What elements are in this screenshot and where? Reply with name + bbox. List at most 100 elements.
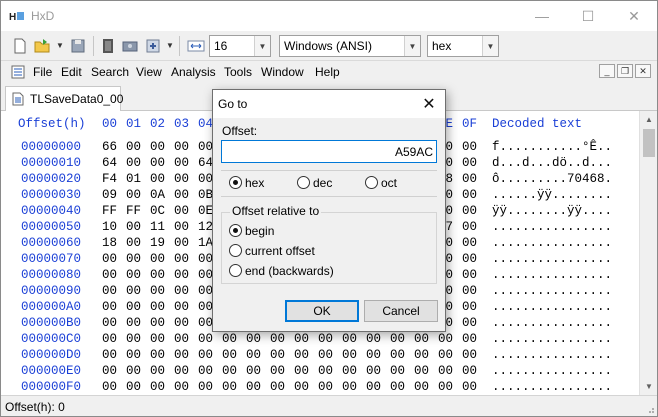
byte-cell[interactable]: 00 [126, 380, 141, 394]
save-icon[interactable] [69, 37, 87, 55]
byte-cell[interactable]: 00 [198, 140, 213, 154]
byte-cell[interactable]: 00 [102, 332, 117, 346]
byte-cell[interactable]: 00 [246, 380, 261, 394]
byte-cell[interactable]: 00 [198, 380, 213, 394]
byte-cell[interactable]: 00 [366, 348, 381, 362]
radio-begin-label[interactable]: begin [245, 224, 274, 238]
mdi-restore-button[interactable]: ❐ [617, 64, 633, 78]
byte-cell[interactable]: 00 [390, 332, 405, 346]
byte-cell[interactable]: 00 [174, 348, 189, 362]
maximize-button[interactable]: ☐ [565, 1, 611, 31]
byte-cell[interactable]: 00 [318, 332, 333, 346]
byte-cell[interactable]: 09 [102, 188, 117, 202]
byte-cell[interactable]: 00 [438, 380, 453, 394]
byte-cell[interactable]: 00 [366, 364, 381, 378]
byte-cell[interactable]: 1A [198, 236, 213, 250]
byte-cell[interactable]: 00 [126, 140, 141, 154]
byte-cell[interactable]: 00 [222, 348, 237, 362]
byte-cell[interactable]: 00 [294, 380, 309, 394]
open-dropdown-icon[interactable]: ▼ [56, 41, 64, 50]
byte-cell[interactable]: 00 [462, 236, 477, 250]
decoded-text[interactable]: ................ [492, 268, 612, 282]
byte-cell[interactable]: 00 [246, 348, 261, 362]
byte-cell[interactable]: 00 [222, 364, 237, 378]
byte-cell[interactable]: 00 [150, 300, 165, 314]
byte-cell[interactable]: 00 [414, 364, 429, 378]
minimize-button[interactable]: — [519, 1, 565, 31]
byte-cell[interactable]: 00 [126, 252, 141, 266]
byte-cell[interactable]: 00 [438, 332, 453, 346]
byte-cell[interactable]: 00 [390, 348, 405, 362]
dialog-close-button[interactable]: ✕ [419, 94, 439, 114]
decoded-text[interactable]: ................ [492, 236, 612, 250]
byte-cell[interactable]: 00 [198, 172, 213, 186]
byte-cell[interactable]: 00 [126, 364, 141, 378]
byte-cell[interactable]: 00 [438, 348, 453, 362]
byte-cell[interactable]: 00 [462, 284, 477, 298]
menu-analysis[interactable]: Analysis [171, 65, 216, 79]
offset-input[interactable]: A59AC [221, 140, 437, 163]
decoded-text[interactable]: ................ [492, 332, 612, 346]
byte-cell[interactable]: 00 [126, 316, 141, 330]
byte-cell[interactable]: 00 [198, 316, 213, 330]
menu-view[interactable]: View [136, 65, 162, 79]
byte-cell[interactable]: 00 [150, 172, 165, 186]
byte-cell[interactable]: 00 [102, 380, 117, 394]
byte-cell[interactable]: 00 [294, 348, 309, 362]
byte-cell[interactable]: 00 [174, 332, 189, 346]
byte-cell[interactable]: 00 [102, 252, 117, 266]
byte-cell[interactable]: 00 [462, 380, 477, 394]
byte-cell[interactable]: F4 [102, 172, 117, 186]
byte-cell[interactable]: 00 [174, 204, 189, 218]
byte-cell[interactable]: 00 [174, 300, 189, 314]
byte-cell[interactable]: 00 [462, 156, 477, 170]
byte-cell[interactable]: 00 [150, 364, 165, 378]
menu-window[interactable]: Window [261, 65, 304, 79]
byte-cell[interactable]: 00 [342, 380, 357, 394]
byte-cell[interactable]: 00 [174, 284, 189, 298]
byte-cell[interactable]: 00 [270, 348, 285, 362]
decoded-text[interactable]: ................ [492, 364, 612, 378]
byte-cell[interactable]: 0C [150, 204, 165, 218]
byte-cell[interactable]: 00 [462, 348, 477, 362]
byte-cell[interactable]: 00 [174, 220, 189, 234]
byte-cell[interactable]: 00 [174, 364, 189, 378]
byte-cell[interactable]: 64 [198, 156, 213, 170]
byte-cell[interactable]: 00 [414, 332, 429, 346]
byte-cell[interactable]: 00 [390, 380, 405, 394]
radio-dec-label[interactable]: dec [313, 176, 332, 190]
byte-cell[interactable]: 00 [102, 284, 117, 298]
byte-cell[interactable]: 64 [102, 156, 117, 170]
byte-cell[interactable]: 00 [294, 364, 309, 378]
byte-cell[interactable]: 00 [462, 316, 477, 330]
radio-oct[interactable] [365, 176, 378, 189]
new-file-icon[interactable] [11, 37, 29, 55]
mdi-minimize-button[interactable]: _ [599, 64, 615, 78]
vertical-scrollbar[interactable]: ▲ ▼ [639, 111, 657, 395]
menu-search[interactable]: Search [91, 65, 129, 79]
decoded-text[interactable]: ô.........70468. [492, 172, 612, 186]
decoded-text[interactable]: ................ [492, 316, 612, 330]
byte-cell[interactable]: 00 [126, 284, 141, 298]
byte-cell[interactable]: 00 [438, 364, 453, 378]
byte-cell[interactable]: 12 [198, 220, 213, 234]
charset-select[interactable]: Windows (ANSI) ▼ [279, 35, 421, 57]
byte-cell[interactable]: 0A [150, 188, 165, 202]
decoded-text[interactable]: ................ [492, 284, 612, 298]
radio-oct-label[interactable]: oct [381, 176, 397, 190]
mdi-close-button[interactable]: ✕ [635, 64, 651, 78]
menu-file[interactable]: File [33, 65, 52, 79]
byte-cell[interactable]: 00 [126, 188, 141, 202]
byte-cell[interactable]: 00 [150, 380, 165, 394]
byte-cell[interactable]: 00 [198, 300, 213, 314]
decoded-text[interactable]: d...d...dö..d... [492, 156, 612, 170]
disk-icon[interactable] [121, 37, 139, 55]
byte-cell[interactable]: 00 [102, 268, 117, 282]
byte-cell[interactable]: 00 [462, 188, 477, 202]
byte-cell[interactable]: 00 [342, 364, 357, 378]
byte-cell[interactable]: 00 [174, 140, 189, 154]
decoded-text[interactable]: ................ [492, 300, 612, 314]
byte-cell[interactable]: 00 [126, 332, 141, 346]
byte-cell[interactable]: 00 [174, 236, 189, 250]
tools-dropdown-icon[interactable]: ▼ [166, 41, 174, 50]
